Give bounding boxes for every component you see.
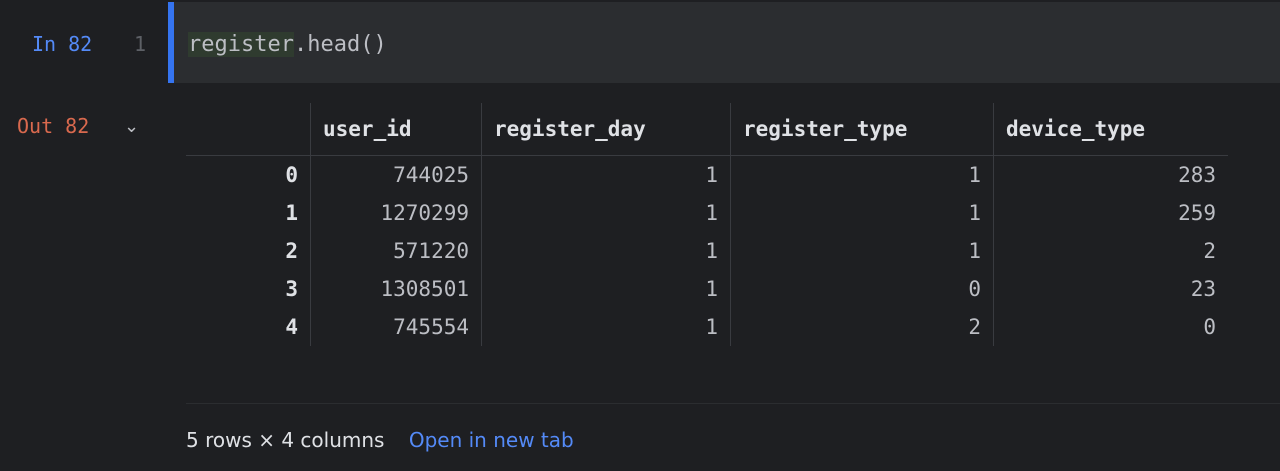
table-row: 2 571220 1 1 2: [186, 232, 1228, 270]
row-index: 3: [285, 277, 298, 301]
column-header-register-day[interactable]: register_day: [481, 103, 731, 156]
table-row: 0 744025 1 1 283: [186, 155, 1228, 194]
table-summary: 5 rows × 4 columns: [186, 428, 385, 452]
cell-register-type: 2: [730, 308, 994, 346]
table-row: 4 745554 1 2 0: [186, 308, 1228, 346]
code-identifier: register: [188, 32, 294, 57]
cell-user-id: 745554: [310, 308, 482, 346]
cell-user-id: 1308501: [310, 270, 482, 308]
row-index: 1: [285, 201, 298, 225]
cell-register-type: 1: [730, 232, 994, 270]
code-method-call: .head(): [293, 32, 387, 57]
cell-user-id: 571220: [310, 232, 482, 270]
output-table-container: user_id register_day register_type devic…: [186, 103, 1280, 346]
row-index: 4: [285, 315, 298, 339]
table-row: 3 1308501 1 0 23: [186, 270, 1228, 308]
code-line[interactable]: register.head(): [188, 32, 387, 57]
code-editor[interactable]: register.head(): [168, 2, 1280, 83]
input-prompt: In 82: [32, 32, 93, 56]
cell-register-day: 1: [481, 270, 731, 308]
output-prompt: Out 82: [17, 114, 90, 138]
footer-divider: [186, 403, 1280, 404]
cell-device-type: 283: [993, 155, 1228, 194]
cell-device-type: 23: [993, 270, 1228, 308]
column-header-device-type[interactable]: device_type: [993, 103, 1228, 156]
cell-device-type: 2: [993, 232, 1228, 270]
dataframe-table: user_id register_day register_type devic…: [186, 103, 1228, 346]
open-in-new-tab-link[interactable]: Open in new tab: [409, 428, 574, 452]
cell-register-day: 1: [481, 155, 731, 194]
cell-register-type: 0: [730, 270, 994, 308]
row-index: 2: [285, 239, 298, 263]
cell-register-day: 1: [481, 232, 731, 270]
line-number: 1: [134, 32, 147, 56]
row-index: 0: [285, 163, 298, 187]
cell-device-type: 0: [993, 308, 1228, 346]
table-header-row: user_id register_day register_type devic…: [186, 103, 1228, 156]
cell-user-id: 744025: [310, 155, 482, 194]
cell-register-type: 1: [730, 155, 994, 194]
table-row: 1 1270299 1 1 259: [186, 194, 1228, 232]
cell-user-id: 1270299: [310, 194, 482, 232]
collapse-chevron-icon[interactable]: ⌄: [124, 116, 139, 137]
cell-device-type: 259: [993, 194, 1228, 232]
cell-register-type: 1: [730, 194, 994, 232]
column-header-register-type[interactable]: register_type: [730, 103, 994, 156]
cell-register-day: 1: [481, 194, 731, 232]
column-header-index[interactable]: [186, 103, 311, 156]
input-cell: In 82 1 register.head(): [0, 0, 1280, 84]
cell-register-day: 1: [481, 308, 731, 346]
output-footer: 5 rows × 4 columns Open in new tab: [186, 428, 574, 452]
column-header-user-id[interactable]: user_id: [310, 103, 482, 156]
